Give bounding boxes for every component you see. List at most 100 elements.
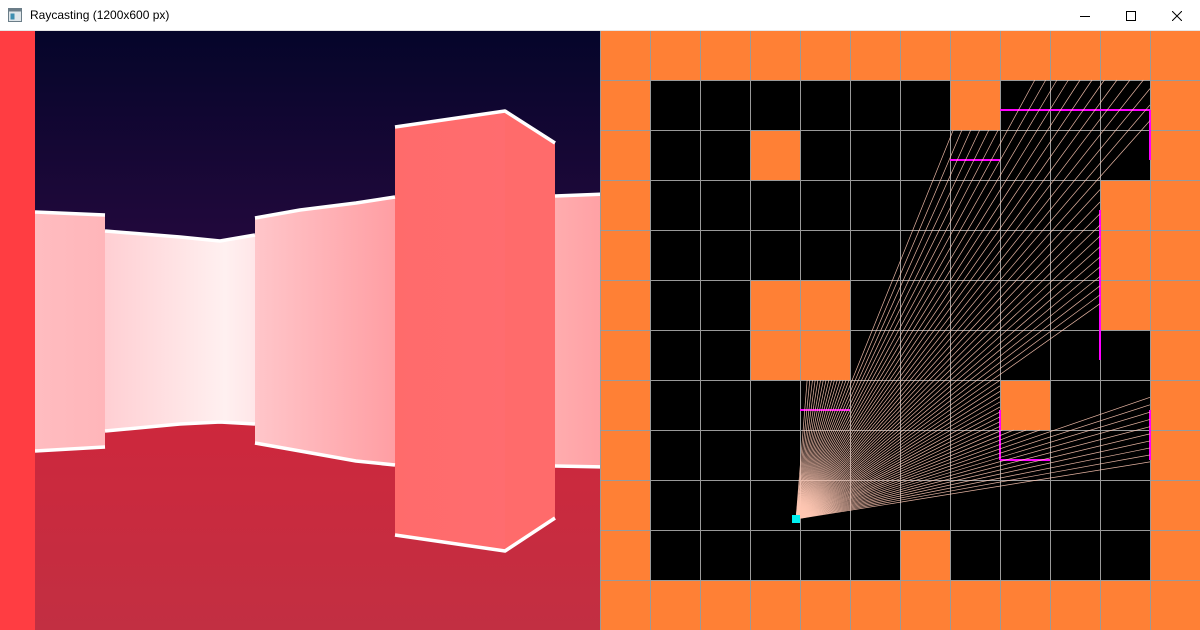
map-floor-cell	[650, 380, 700, 430]
map-wall-cell	[800, 330, 850, 380]
minimap[interactable]	[600, 31, 1200, 630]
map-floor-cell	[850, 530, 900, 580]
map-wall-cell	[1050, 580, 1100, 630]
map-floor-cell	[1050, 230, 1100, 280]
map-wall-cell	[600, 280, 650, 330]
map-wall-cell	[1150, 530, 1200, 580]
map-wall-cell	[1150, 480, 1200, 530]
map-floor-cell	[1050, 330, 1100, 380]
map-wall-cell	[1100, 280, 1150, 330]
map-wall-cell	[1150, 31, 1200, 80]
map-wall-cell	[600, 180, 650, 230]
map-wall-cell	[950, 31, 1000, 80]
map-floor-cell	[700, 180, 750, 230]
map-wall-cell	[600, 480, 650, 530]
map-wall-cell	[1150, 580, 1200, 630]
map-wall-cell	[600, 80, 650, 130]
maximize-button[interactable]	[1108, 0, 1154, 31]
close-button[interactable]	[1154, 0, 1200, 31]
map-floor-cell	[1000, 530, 1050, 580]
map-floor-cell	[1050, 480, 1100, 530]
map-floor-cell	[1100, 80, 1150, 130]
map-floor-cell	[700, 280, 750, 330]
map-wall-cell	[850, 31, 900, 80]
window-title: Raycasting (1200x600 px)	[30, 8, 170, 22]
map-floor-cell	[850, 80, 900, 130]
map-wall-cell	[1150, 330, 1200, 380]
map-floor-cell	[650, 130, 700, 180]
close-icon	[1172, 10, 1182, 21]
map-floor-cell	[650, 230, 700, 280]
map-wall-cell	[800, 280, 850, 330]
map-wall-cell	[750, 130, 800, 180]
map-floor-cell	[750, 530, 800, 580]
left-edge-wall	[0, 31, 35, 630]
minimize-button[interactable]	[1062, 0, 1108, 31]
map-floor-cell	[700, 530, 750, 580]
map-floor-cell	[700, 330, 750, 380]
minimize-icon	[1080, 15, 1090, 17]
map-wall-cell	[1150, 380, 1200, 430]
map-wall-cell	[1000, 580, 1050, 630]
map-floor-cell	[1000, 480, 1050, 530]
map-floor-cell	[650, 530, 700, 580]
map-floor-cell	[850, 180, 900, 230]
map-wall-cell	[600, 380, 650, 430]
map-wall-cell	[600, 130, 650, 180]
map-floor-cell	[800, 230, 850, 280]
map-floor-cell	[650, 480, 700, 530]
map-wall-cell	[750, 31, 800, 80]
map-floor-cell	[900, 180, 950, 230]
map-floor-cell	[950, 130, 1000, 180]
map-wall-cell	[800, 31, 850, 80]
window-app-icon	[8, 8, 22, 22]
map-floor-cell	[750, 380, 800, 430]
map-floor-cell	[900, 130, 950, 180]
map-floor-cell	[800, 530, 850, 580]
wall-slice	[255, 197, 395, 465]
map-floor-cell	[1100, 330, 1150, 380]
map-wall-cell	[650, 31, 700, 80]
map-floor-cell	[750, 180, 800, 230]
map-floor-cell	[1100, 530, 1150, 580]
map-floor-cell	[650, 180, 700, 230]
map-floor-cell	[1050, 380, 1100, 430]
pillar-side	[505, 111, 555, 551]
map-wall-cell	[600, 580, 650, 630]
map-wall-cell	[1150, 230, 1200, 280]
map-floor-cell	[1100, 380, 1150, 430]
map-floor-cell	[650, 430, 700, 480]
map-wall-cell	[850, 580, 900, 630]
map-floor-cell	[750, 230, 800, 280]
map-wall-cell	[1150, 180, 1200, 230]
map-floor-cell	[700, 80, 750, 130]
player-marker	[792, 515, 800, 523]
map-wall-cell	[1000, 31, 1050, 80]
map-wall-cell	[1100, 580, 1150, 630]
first-person-view[interactable]	[0, 31, 600, 630]
title-bar[interactable]: Raycasting (1200x600 px)	[0, 0, 1200, 31]
map-floor-cell	[650, 80, 700, 130]
map-floor-cell	[1100, 480, 1150, 530]
map-floor-cell	[950, 230, 1000, 280]
map-wall-cell	[700, 31, 750, 80]
map-wall-cell	[900, 530, 950, 580]
map-floor-cell	[800, 130, 850, 180]
map-wall-cell	[600, 530, 650, 580]
map-wall-cell	[1150, 80, 1200, 130]
map-floor-cell	[650, 330, 700, 380]
map-floor-cell	[750, 430, 800, 480]
map-wall-cell	[750, 580, 800, 630]
map-wall-cell	[1100, 180, 1150, 230]
map-floor-cell	[700, 480, 750, 530]
map-wall-cell	[1000, 380, 1050, 430]
map-wall-cell	[650, 580, 700, 630]
map-floor-cell	[850, 330, 900, 380]
map-wall-cell	[700, 580, 750, 630]
map-wall-cell	[1150, 130, 1200, 180]
maximize-icon	[1126, 10, 1136, 21]
map-wall-cell	[1050, 31, 1100, 80]
map-wall-cell	[600, 330, 650, 380]
wall-slice	[35, 212, 105, 451]
map-floor-cell	[950, 530, 1000, 580]
